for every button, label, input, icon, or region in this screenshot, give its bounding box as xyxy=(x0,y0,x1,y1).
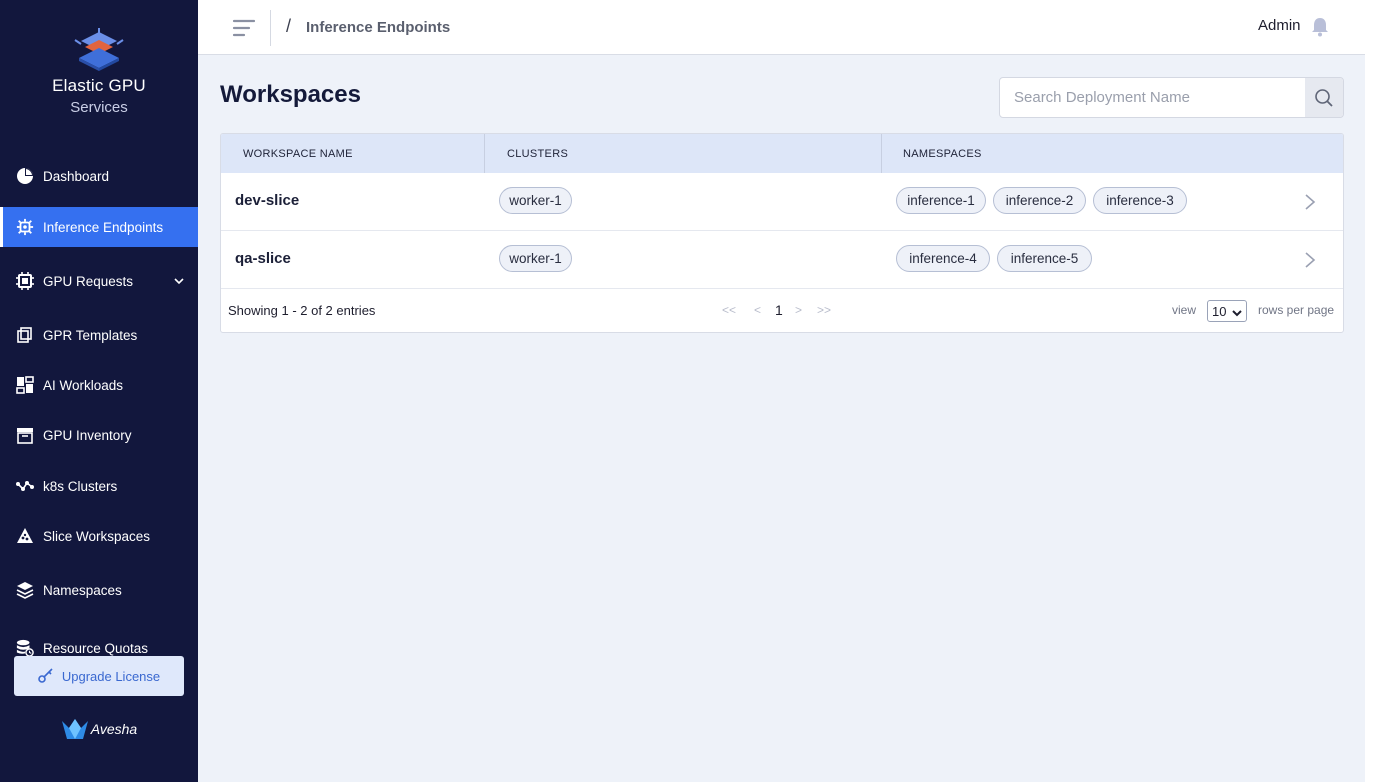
workspace-name: dev-slice xyxy=(235,192,300,209)
sidebar-item-inference-endpoints[interactable]: Inference Endpoints xyxy=(0,207,198,247)
rows-per-page-label: rows per page xyxy=(1258,303,1335,317)
cpu-icon xyxy=(16,272,34,290)
first-page-button[interactable]: << xyxy=(722,303,736,317)
sidebar-item-label: GPU Requests xyxy=(43,273,134,289)
elastic-gpu-logo-icon xyxy=(74,28,124,71)
sidebar-item-label: Namespaces xyxy=(43,582,122,598)
column-divider xyxy=(484,134,485,173)
sidebar-item-namespaces[interactable]: Namespaces xyxy=(0,570,198,610)
page-title: Workspaces xyxy=(220,81,361,108)
view-label: view xyxy=(1172,303,1197,317)
prev-page-button[interactable]: < xyxy=(754,303,761,317)
search-button[interactable] xyxy=(1305,78,1343,117)
sidebar-item-label: k8s Clusters xyxy=(43,478,118,494)
chevron-down-icon xyxy=(1232,306,1242,321)
last-page-button[interactable]: >> xyxy=(817,303,831,317)
current-page[interactable]: 1 xyxy=(775,302,783,318)
sidebar-item-k8s-clusters[interactable]: k8s Clusters xyxy=(0,466,198,506)
column-header-namespaces: NAMESPACES xyxy=(903,147,982,160)
breadcrumb[interactable]: Inference Endpoints xyxy=(306,19,450,36)
layers-icon xyxy=(16,581,34,599)
top-bar: / Inference Endpoints Admin xyxy=(198,0,1365,55)
chevron-right-icon[interactable] xyxy=(1304,193,1316,216)
dashboard-grid-icon xyxy=(16,376,34,394)
sidebar-item-label: GPR Templates xyxy=(43,327,138,343)
sidebar-item-label: Dashboard xyxy=(43,168,110,184)
sidebar-item-label: GPU Inventory xyxy=(43,427,132,443)
workspaces-table: WORKSPACE NAME CLUSTERS NAMESPACES dev-s… xyxy=(220,133,1344,333)
pagination-bar: Showing 1 - 2 of 2 entries << < 1 > >> v… xyxy=(221,290,1343,332)
sidebar-item-label: Inference Endpoints xyxy=(43,219,164,235)
table-row[interactable]: dev-slice worker-1 inference-1 inference… xyxy=(221,173,1343,231)
avesha-wordmark: Avesha xyxy=(90,721,138,737)
sidebar-item-ai-workloads[interactable]: AI Workloads xyxy=(0,365,198,405)
search-icon xyxy=(1315,88,1333,107)
column-header-workspace-name: WORKSPACE NAME xyxy=(243,147,353,160)
entries-count: Showing 1 - 2 of 2 entries xyxy=(228,303,376,318)
cluster-chip: worker-1 xyxy=(499,245,572,272)
namespace-chip: inference-4 xyxy=(896,245,990,272)
rows-per-page-select[interactable]: 10 xyxy=(1207,300,1247,322)
table-header: WORKSPACE NAME CLUSTERS NAMESPACES xyxy=(221,134,1343,173)
column-header-clusters: CLUSTERS xyxy=(507,147,569,160)
table-row[interactable]: qa-slice worker-1 inference-4 inference-… xyxy=(221,231,1343,289)
archive-box-icon xyxy=(16,426,34,444)
topbar-divider xyxy=(270,10,271,46)
sidebar-item-label: AI Workloads xyxy=(43,377,124,393)
upgrade-license-label: Upgrade License xyxy=(61,668,161,684)
brand-title: Elastic GPU xyxy=(52,76,146,95)
sidebar: Elastic GPU Services Dashboard Inference… xyxy=(0,0,198,782)
sidebar-item-gpu-requests[interactable]: GPU Requests xyxy=(0,261,198,301)
copy-icon xyxy=(16,326,34,344)
namespace-chip: inference-5 xyxy=(997,245,1092,272)
workspace-name: qa-slice xyxy=(235,250,291,267)
network-nodes-icon xyxy=(16,477,34,495)
pie-chart-icon xyxy=(16,167,34,185)
sidebar-item-gpr-templates[interactable]: GPR Templates xyxy=(0,315,198,355)
sidebar-item-slice-workspaces[interactable]: Slice Workspaces xyxy=(0,516,198,556)
sidebar-item-gpu-inventory[interactable]: GPU Inventory xyxy=(0,415,198,455)
brand-subtitle: Services xyxy=(70,99,128,116)
breadcrumb-separator: / xyxy=(286,16,292,36)
search-input[interactable] xyxy=(1000,78,1306,117)
chevron-right-icon[interactable] xyxy=(1304,251,1316,274)
namespace-chip: inference-1 xyxy=(896,187,986,214)
column-divider xyxy=(881,134,882,173)
search-box xyxy=(999,77,1344,118)
next-page-button[interactable]: > xyxy=(795,303,802,317)
namespace-chip: inference-2 xyxy=(993,187,1086,214)
sidebar-item-label: Slice Workspaces xyxy=(43,528,151,544)
page-right-edge xyxy=(1365,0,1375,782)
namespace-chip: inference-3 xyxy=(1093,187,1187,214)
cluster-chip: worker-1 xyxy=(499,187,572,214)
avesha-logo: Avesha xyxy=(0,718,198,740)
key-icon xyxy=(38,667,54,686)
bell-icon[interactable] xyxy=(1311,17,1329,42)
avesha-crown-icon xyxy=(61,719,88,739)
slice-triangle-icon xyxy=(16,527,34,545)
user-name[interactable]: Admin xyxy=(1258,17,1301,34)
coins-clock-icon xyxy=(16,639,34,657)
chip-gear-icon xyxy=(16,218,34,236)
sidebar-item-label: Resource Quotas xyxy=(43,640,149,656)
upgrade-license-button[interactable]: Upgrade License xyxy=(14,656,184,696)
menu-toggle-icon[interactable] xyxy=(232,18,256,38)
brand: Elastic GPU Services xyxy=(0,28,198,116)
sidebar-item-dashboard[interactable]: Dashboard xyxy=(0,156,198,196)
chevron-down-icon[interactable] xyxy=(174,274,184,289)
rows-per-page-value: 10 xyxy=(1212,303,1227,319)
